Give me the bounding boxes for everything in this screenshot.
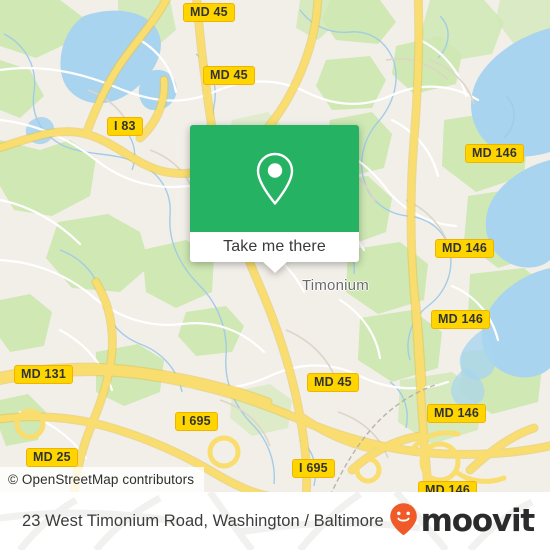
page-footer: 23 West Timonium Road, Washington / Balt…: [0, 492, 550, 550]
moovit-wordmark: moovit: [420, 502, 536, 539]
osm-attribution[interactable]: © OpenStreetMap contributors: [0, 467, 205, 492]
address-label: 23 West Timonium Road, Washington / Balt…: [22, 511, 384, 530]
map-canvas[interactable]: Timonium MD 45 MD 45 I 83 MD 146 MD 146 …: [0, 0, 550, 492]
road-shield-i-83[interactable]: I 83: [107, 117, 143, 136]
road-shield-md-131[interactable]: MD 131: [14, 365, 73, 384]
road-shield-md-45[interactable]: MD 45: [203, 66, 255, 85]
moovit-pin-smiley-icon: [389, 502, 418, 541]
road-shield-md-45[interactable]: MD 45: [307, 373, 359, 392]
road-shield-i-695[interactable]: I 695: [175, 412, 218, 431]
popup-tail: [261, 261, 288, 273]
road-shield-md-146[interactable]: MD 146: [427, 404, 486, 423]
place-label-timonium: Timonium: [302, 277, 369, 294]
road-shield-md-25[interactable]: MD 25: [26, 448, 78, 467]
footer-content: 23 West Timonium Road, Washington / Balt…: [0, 492, 550, 550]
location-popup-card[interactable]: Take me there: [190, 125, 359, 273]
road-shield-md-45[interactable]: MD 45: [183, 3, 235, 22]
road-shield-md-146[interactable]: MD 146: [465, 144, 524, 163]
road-shield-md-146[interactable]: MD 146: [431, 310, 490, 329]
road-shield-i-695[interactable]: I 695: [292, 459, 335, 478]
map-pin-icon: [253, 151, 297, 207]
road-shield-md-146[interactable]: MD 146: [418, 481, 477, 492]
page-root: Timonium MD 45 MD 45 I 83 MD 146 MD 146 …: [0, 0, 550, 550]
take-me-there-button[interactable]: Take me there: [190, 232, 359, 262]
moovit-brand-logo[interactable]: moovit: [389, 502, 536, 541]
popup-body: [190, 125, 359, 232]
road-shield-md-146[interactable]: MD 146: [435, 239, 494, 258]
